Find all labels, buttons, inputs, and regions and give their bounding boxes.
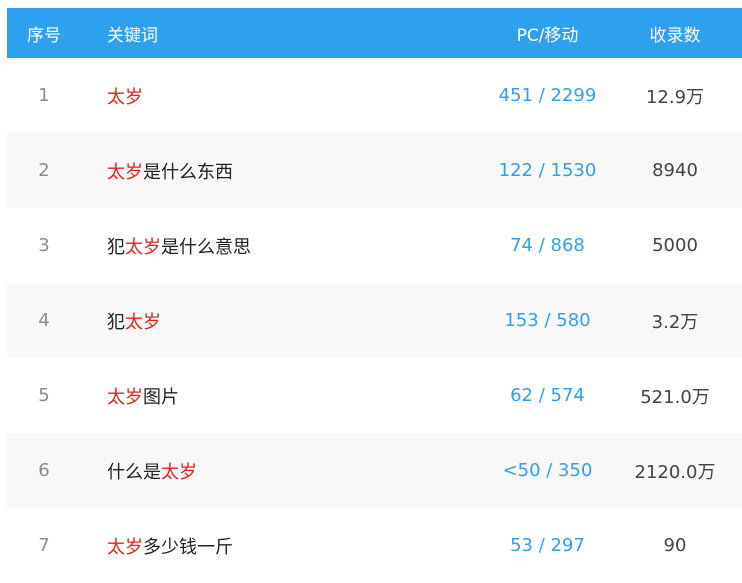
row-index: 7 — [38, 535, 50, 556]
keyword-link[interactable]: 什么是太岁 — [81, 458, 480, 484]
records-value: 5000 — [652, 235, 698, 256]
table-row: 4 犯太岁 153 / 580 3.2万 — [7, 283, 742, 358]
table-row: 2 太岁是什么东西 122 / 1530 8940 — [7, 133, 742, 208]
row-index: 4 — [38, 310, 50, 331]
header-pc-mobile: PC/移动 — [516, 25, 579, 46]
keyword-text: 图片 — [143, 386, 179, 408]
table-row: 1 太岁 451 / 2299 12.9万 — [7, 58, 742, 133]
pc-mobile-value: 62 / 574 — [510, 385, 585, 406]
keyword-highlight: 太岁 — [125, 311, 161, 333]
pc-mobile-value: 53 / 297 — [510, 535, 585, 556]
pc-mobile-value: 122 / 1530 — [498, 160, 597, 181]
table-row: 7 太岁多少钱一斤 53 / 297 90 — [7, 508, 742, 583]
records-value: 2120.0万 — [634, 461, 716, 483]
keyword-link[interactable]: 太岁 — [81, 83, 480, 109]
keyword-text: 多少钱一斤 — [143, 536, 233, 558]
records-value: 12.9万 — [645, 86, 705, 108]
pc-mobile-value: <50 / 350 — [502, 460, 593, 481]
table-row: 3 犯太岁是什么意思 74 / 868 5000 — [7, 208, 742, 283]
keyword-highlight: 太岁 — [125, 236, 161, 258]
table-header: 序号 关键词 PC/移动 收录数 — [7, 8, 742, 58]
row-index: 2 — [38, 160, 50, 181]
keyword-highlight: 太岁 — [107, 86, 143, 108]
table-row: 6 什么是太岁 <50 / 350 2120.0万 — [7, 433, 742, 508]
header-records: 收录数 — [649, 25, 701, 46]
keyword-link[interactable]: 太岁多少钱一斤 — [81, 533, 480, 559]
row-index: 5 — [38, 385, 50, 406]
table-row: 5 太岁图片 62 / 574 521.0万 — [7, 358, 742, 433]
header-keyword: 关键词 — [107, 25, 158, 46]
keyword-highlight: 太岁 — [107, 386, 143, 408]
keyword-text: 是什么意思 — [161, 236, 251, 258]
row-index: 6 — [38, 460, 50, 481]
keyword-text: 犯 — [107, 236, 125, 258]
keyword-link[interactable]: 犯太岁 — [81, 308, 480, 334]
records-value: 8940 — [652, 160, 698, 181]
keyword-table: 序号 关键词 PC/移动 收录数 1 太岁 451 / 2299 12.9万 2 太岁是什… — [7, 8, 742, 583]
table-body: 1 太岁 451 / 2299 12.9万 2 太岁是什么东西 122 / 1530 8940… — [7, 58, 742, 583]
pc-mobile-value: 153 / 580 — [504, 310, 591, 331]
pc-mobile-value: 74 / 868 — [510, 235, 585, 256]
keyword-link[interactable]: 太岁图片 — [81, 383, 480, 409]
header-index: 序号 — [27, 25, 61, 46]
keyword-highlight: 太岁 — [107, 536, 143, 558]
row-index: 1 — [38, 85, 50, 106]
keyword-highlight: 太岁 — [107, 161, 143, 183]
pc-mobile-value: 451 / 2299 — [498, 85, 597, 106]
records-value: 521.0万 — [640, 386, 710, 408]
records-value: 3.2万 — [651, 311, 699, 333]
records-value: 90 — [663, 535, 687, 556]
keyword-link[interactable]: 太岁是什么东西 — [81, 158, 480, 184]
keyword-text: 犯 — [107, 311, 125, 333]
keyword-text: 什么是 — [107, 461, 161, 483]
keyword-highlight: 太岁 — [161, 461, 197, 483]
keyword-text: 是什么东西 — [143, 161, 233, 183]
keyword-link[interactable]: 犯太岁是什么意思 — [81, 233, 480, 259]
row-index: 3 — [38, 235, 50, 256]
